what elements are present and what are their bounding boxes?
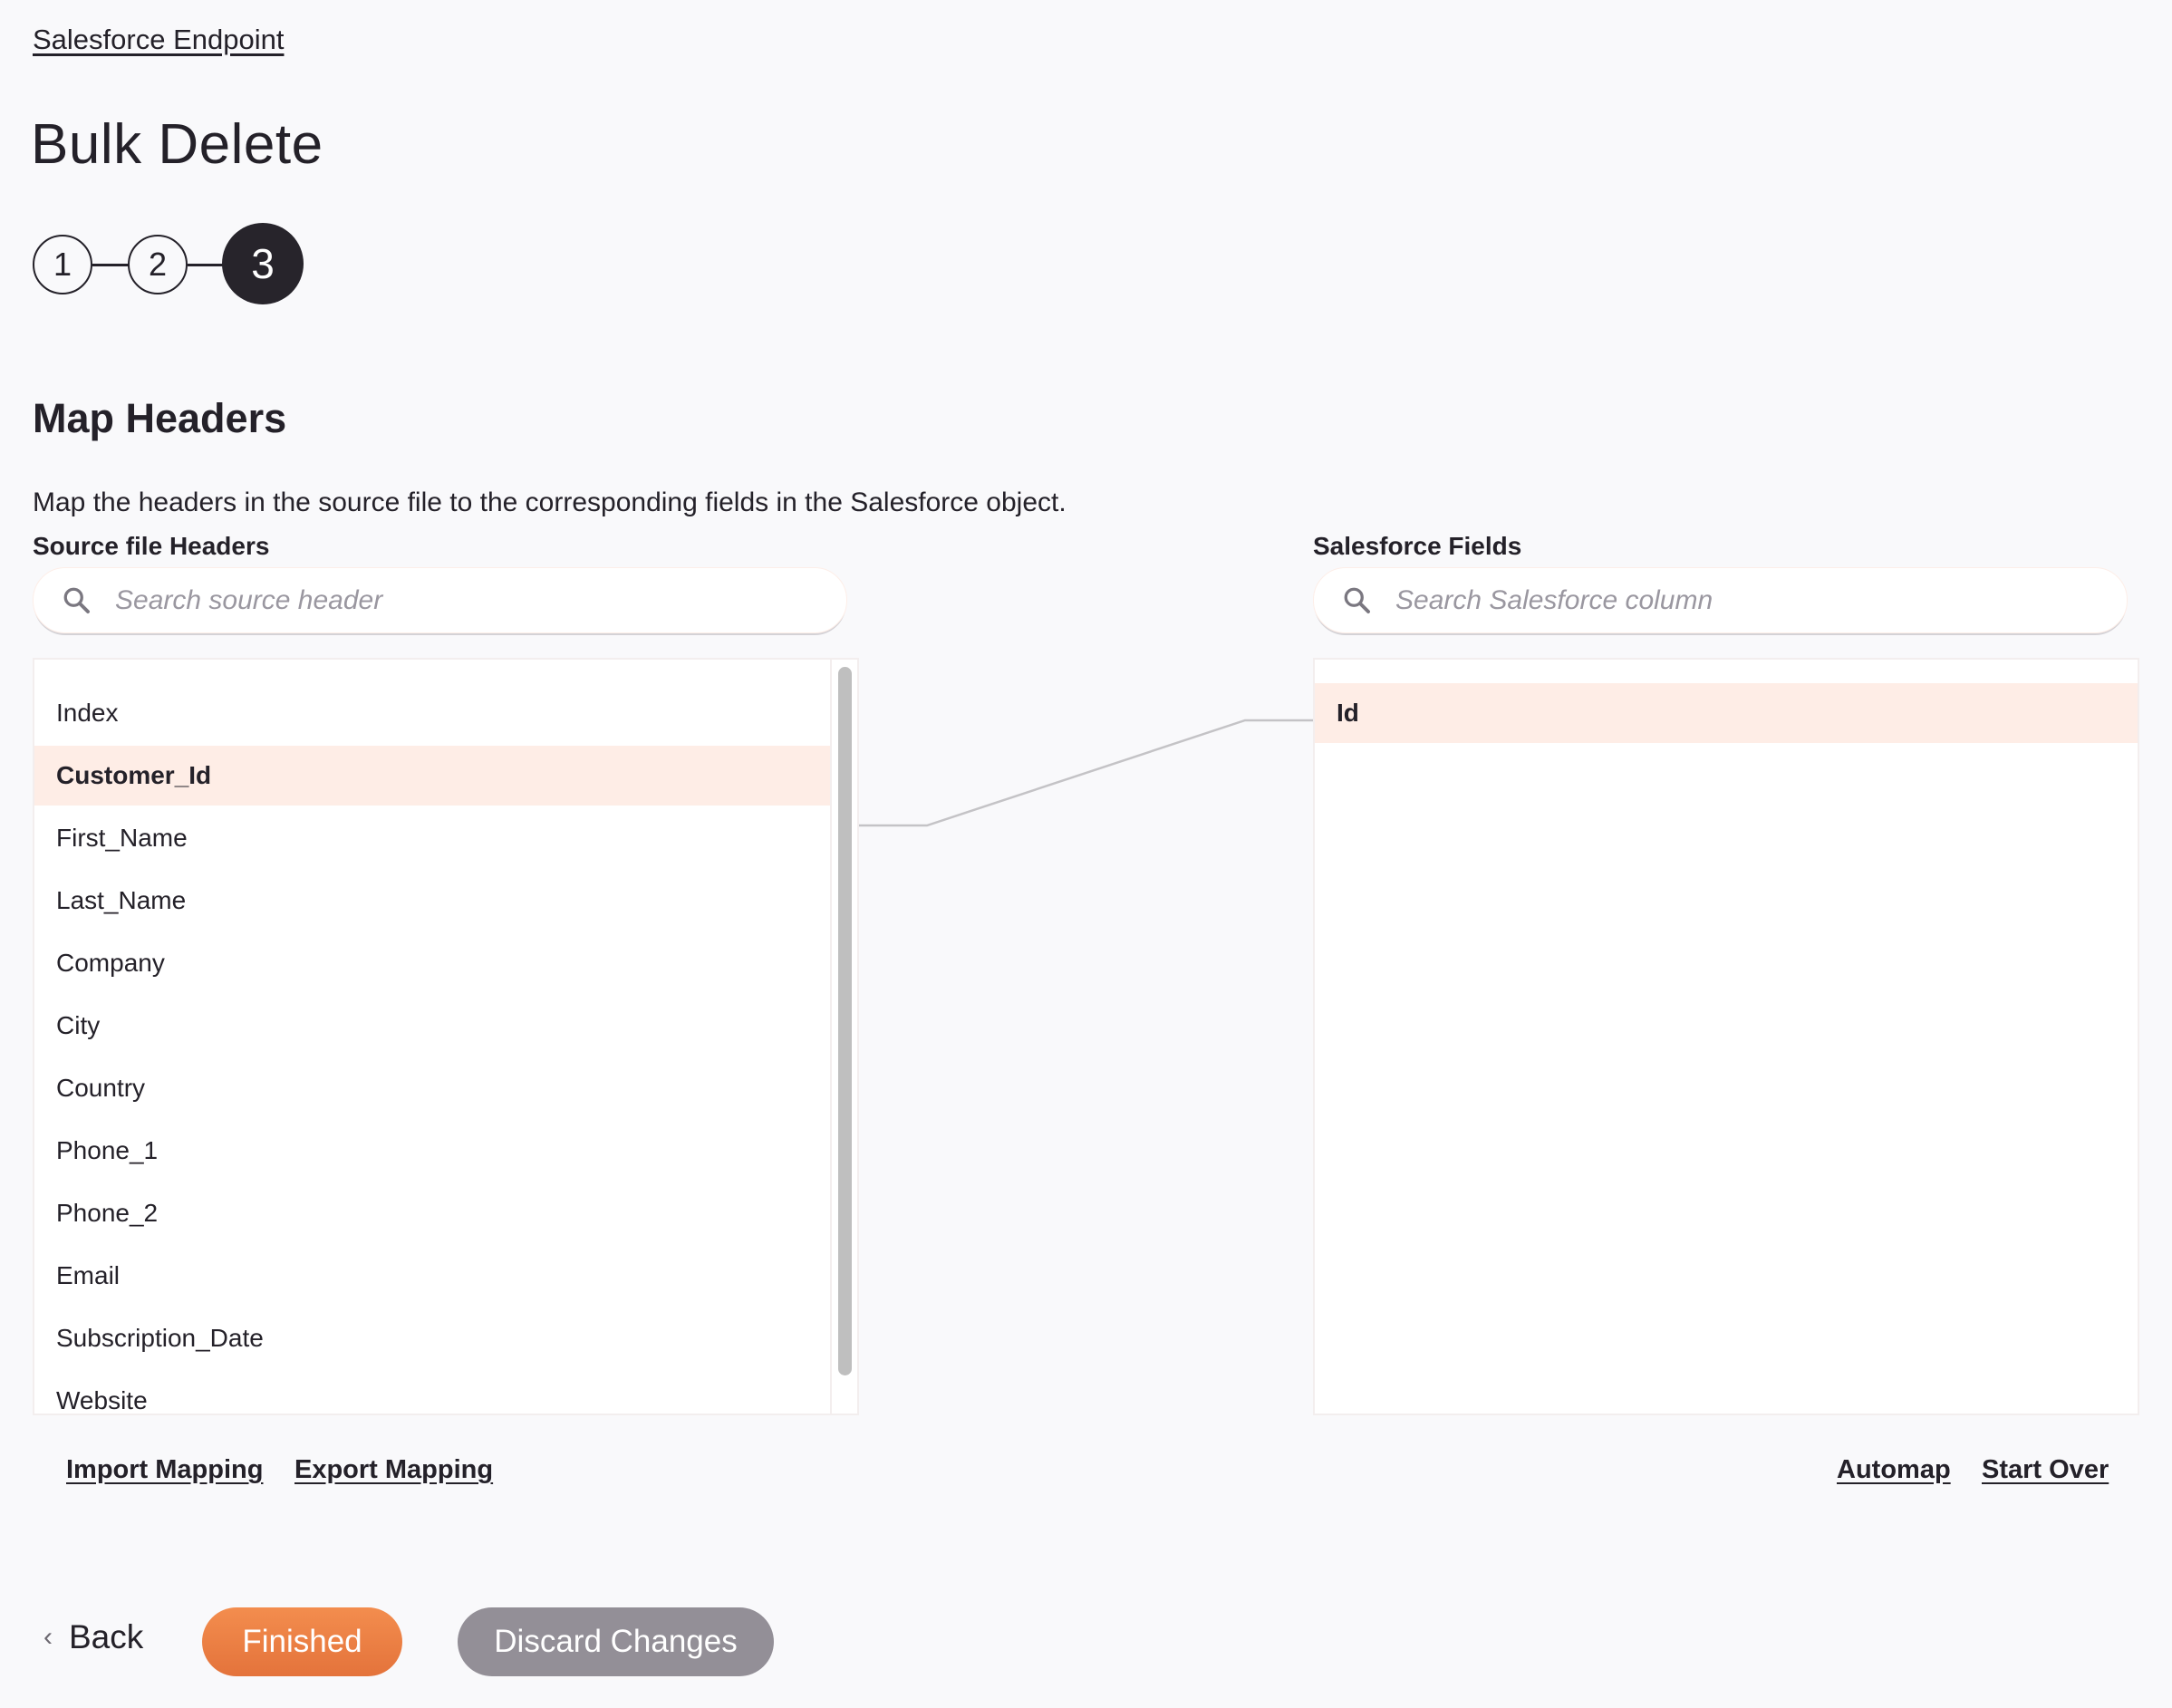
step-2-label: 2 (148, 246, 168, 283)
step-connector-1 (92, 264, 130, 266)
source-list-item-label: Email (56, 1261, 121, 1289)
target-list-item[interactable]: Id (1315, 683, 2138, 743)
source-list-scrollbar[interactable] (830, 660, 857, 1414)
step-2[interactable]: 2 (128, 235, 188, 294)
source-list-item-label: Company (56, 949, 165, 977)
source-search-input[interactable] (115, 584, 766, 616)
start-over-link[interactable]: Start Over (1982, 1455, 2109, 1485)
automap-link[interactable]: Automap (1837, 1455, 1951, 1485)
source-list-item-label: Last_Name (56, 886, 187, 914)
source-list-item-label: First_Name (56, 824, 188, 852)
source-list-item[interactable]: Phone_2 (34, 1183, 830, 1243)
source-list-item-label: Index (56, 699, 119, 727)
source-list-item-label: Subscription_Date (56, 1324, 264, 1352)
step-3-label: 3 (251, 240, 275, 287)
source-list-item[interactable]: Website (34, 1371, 830, 1414)
back-label: Back (69, 1618, 144, 1655)
source-headers-list: Index Customer_Id First_Name Last_Name Compa… (33, 658, 859, 1415)
breadcrumb-salesforce-endpoint[interactable]: Salesforce Endpoint (33, 24, 284, 56)
source-list-item[interactable]: Subscription_Date (34, 1308, 830, 1368)
section-title: Map Headers (33, 395, 287, 441)
source-list-item-label: Phone_1 (56, 1136, 159, 1164)
salesforce-fields-list: Id (1313, 658, 2139, 1415)
source-list-item-label: City (56, 1011, 101, 1039)
source-list-item[interactable]: City (34, 996, 830, 1056)
search-icon (63, 587, 90, 613)
page-title: Bulk Delete (31, 113, 323, 176)
source-list-item[interactable]: Last_Name (34, 871, 830, 931)
section-description: Map the headers in the source file to th… (33, 487, 1067, 517)
target-list-item-label: Id (1337, 699, 1359, 727)
source-list-item-label: Customer_Id (56, 761, 212, 789)
source-list-item[interactable]: Customer_Id (34, 746, 830, 806)
source-list-item[interactable]: Company (34, 933, 830, 993)
back-button[interactable]: ‹ Back (43, 1618, 143, 1656)
mapping-line-customer-id-to-id[interactable] (859, 719, 1313, 827)
export-mapping-link[interactable]: Export Mapping (294, 1455, 493, 1485)
discard-changes-button[interactable]: Discard Changes (458, 1607, 774, 1676)
search-icon (1344, 587, 1370, 613)
scrollbar-thumb[interactable] (838, 667, 852, 1375)
source-list-item-label: Phone_2 (56, 1199, 159, 1227)
source-headers-label: Source file Headers (33, 532, 270, 560)
source-list-item-label: Country (56, 1074, 146, 1102)
source-list-item[interactable]: Email (34, 1246, 830, 1306)
source-list-item[interactable]: Index (34, 683, 830, 743)
source-search[interactable] (33, 567, 847, 633)
source-list-item-label: Website (56, 1386, 148, 1414)
salesforce-search-input[interactable] (1395, 584, 2046, 616)
step-connector-2 (188, 264, 224, 266)
source-list-item[interactable]: First_Name (34, 808, 830, 868)
source-list-item[interactable]: Country (34, 1058, 830, 1118)
import-mapping-link[interactable]: Import Mapping (66, 1455, 263, 1485)
salesforce-search[interactable] (1313, 567, 2128, 633)
step-1[interactable]: 1 (33, 235, 92, 294)
stepper: 1 2 3 (33, 223, 323, 306)
step-3-active[interactable]: 3 (222, 223, 304, 304)
chevron-left-icon: ‹ (43, 1622, 53, 1652)
step-1-label: 1 (53, 246, 72, 283)
source-list-item[interactable]: Phone_1 (34, 1121, 830, 1181)
salesforce-fields-label: Salesforce Fields (1313, 532, 1522, 560)
finished-button[interactable]: Finished (202, 1607, 402, 1676)
